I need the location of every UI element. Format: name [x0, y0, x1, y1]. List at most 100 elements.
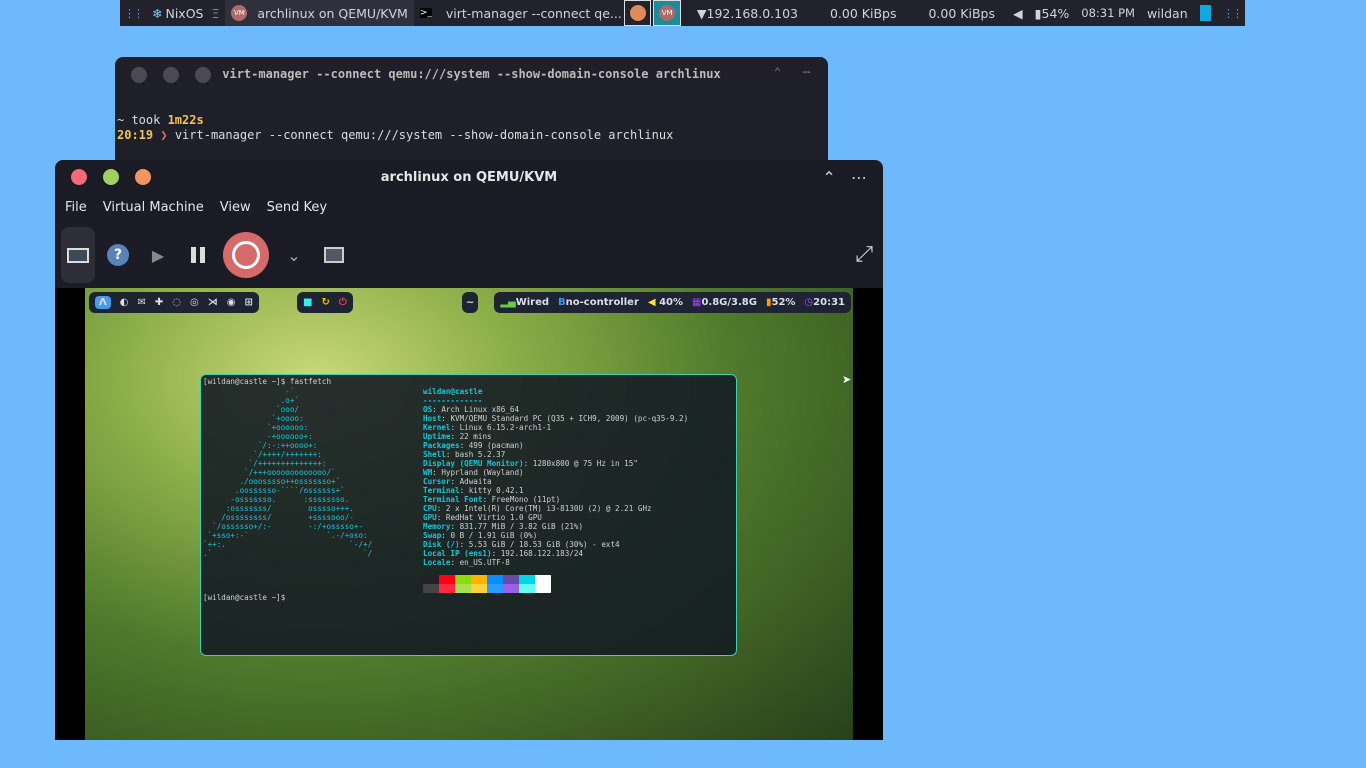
task-terminal[interactable]: >_ virt-manager --connect qe...: [414, 0, 624, 26]
volume-icon: ◀: [647, 297, 656, 308]
menu-virtual-machine[interactable]: Virtual Machine: [103, 200, 204, 215]
fastfetch-info-row: Disk (/): 5.53 GiB / 18.53 GiB (30%) - e…: [423, 540, 620, 549]
palette-swatch: [519, 575, 535, 584]
network-status[interactable]: ▂▄Wired: [500, 297, 549, 308]
app-icon[interactable]: ◐: [120, 297, 129, 308]
palette-swatch: [535, 584, 551, 593]
battery-text: 54%: [1041, 5, 1070, 21]
panel-grip[interactable]: ⋮⋮: [1219, 7, 1245, 20]
palette-swatch: [487, 575, 503, 584]
panel-grip[interactable]: ⋮⋮: [120, 7, 146, 20]
menu-send-key[interactable]: Send Key: [267, 200, 327, 215]
palette-swatch: [455, 584, 471, 593]
app-icon[interactable]: ◌: [172, 297, 181, 308]
ip-text: 192.168.0.103: [706, 5, 798, 21]
refresh-icon[interactable]: ↻: [321, 297, 329, 308]
guest-workspaces-bar: Λ ◐ ✉ ✚ ◌ ◎ ⋊ ◉ ⊞: [89, 292, 259, 313]
shutdown-button[interactable]: [221, 227, 271, 283]
battery[interactable]: ▮ 54%: [1029, 0, 1076, 26]
chrome-icon[interactable]: ◉: [227, 297, 236, 308]
nixos-snowflake-icon: ❄: [152, 5, 163, 21]
fastfetch-info-row: Kernel: Linux 6.15.2-arch1-1: [423, 423, 552, 432]
window-thumb-browser[interactable]: [623, 0, 652, 26]
terminal-prompt[interactable]: 20:19 ❯ virt-manager --connect qemu:///s…: [117, 128, 673, 142]
color-palette: [423, 575, 551, 593]
layout-icon: Ξ: [211, 5, 220, 21]
info-value: 22 mins: [459, 432, 492, 441]
info-value: 2 x Intel(R) Core(TM) i3-8130U (2) @ 2.2…: [445, 504, 652, 513]
menu-view[interactable]: View: [220, 200, 251, 215]
logo-line: ./ooosssso++osssssso+`: [203, 477, 341, 486]
snapshots-button[interactable]: [317, 227, 351, 283]
kitty-terminal[interactable]: [wildan@castle ~]$ fastfetch -` .o+` `oo…: [200, 374, 737, 656]
fastfetch-info-row: Packages: 499 (pacman): [423, 441, 524, 450]
info-key: Local IP (ens1): [423, 549, 492, 558]
menu-file[interactable]: File: [65, 200, 87, 215]
task-label: virt-manager --connect qe...: [445, 5, 622, 21]
desktop-preview-icon[interactable]: [1199, 5, 1211, 21]
menubar: File Virtual Machine View Send Key: [65, 200, 327, 215]
arch-icon[interactable]: Λ: [95, 296, 111, 309]
window-title: archlinux on QEMU/KVM: [380, 170, 558, 185]
bluetooth-status[interactable]: Bno-controller: [558, 297, 639, 308]
vscode-icon[interactable]: ⋊: [208, 297, 218, 308]
guest-desktop[interactable]: Λ ◐ ✉ ✚ ◌ ◎ ⋊ ◉ ⊞ ■ ↻ ⏻ ~ ▂▄Wired Bno-controller …: [85, 288, 853, 740]
lock-icon[interactable]: ■: [303, 297, 312, 308]
palette-swatch: [503, 575, 519, 584]
pause-icon: [191, 247, 205, 263]
logo-line: `++:. `-/+/: [203, 540, 373, 549]
pause-button[interactable]: [181, 227, 215, 283]
window-menu-icons[interactable]: ⌃ ⋯: [774, 65, 810, 79]
info-key: WM: [423, 468, 433, 477]
github-icon[interactable]: ◎: [190, 297, 199, 308]
logo-line: .o+`: [203, 396, 300, 405]
battery-text: 52%: [771, 297, 796, 308]
vm-display[interactable]: Λ ◐ ✉ ✚ ◌ ◎ ⋊ ◉ ⊞ ■ ↻ ⏻ ~ ▂▄Wired Bno-controller …: [55, 288, 883, 740]
mail-icon[interactable]: ✉: [137, 297, 145, 308]
window-thumb-vm[interactable]: VM: [653, 0, 681, 26]
console-view-button[interactable]: [61, 227, 95, 283]
logo-line: -+oooooo+:: [203, 432, 313, 441]
fastfetch-info-row: Memory: 831.77 MiB / 3.82 GiB (21%): [423, 522, 584, 531]
command: fastfetch: [289, 377, 332, 386]
task-vm[interactable]: VM archlinux on QEMU/KVM: [225, 0, 414, 26]
run-button[interactable]: ▶: [141, 227, 175, 283]
battery-status[interactable]: ▮52%: [766, 297, 795, 308]
vm-icon: VM: [231, 5, 248, 21]
info-key: Disk (/): [423, 540, 460, 549]
logo-line: :osssssss/ osssso+++.: [203, 504, 354, 513]
fastfetch-info-row: Locale: en_US.UTF-8: [423, 558, 510, 567]
logo-line: `+sso+:-` `.-/+oso:: [203, 531, 368, 540]
window-title: virt-manager --connect qemu:///system --…: [222, 67, 721, 81]
prompt-line[interactable]: [wildan@castle ~]$: [203, 593, 285, 602]
terminal-icon: >_: [419, 8, 432, 18]
guest-power-bar: ■ ↻ ⏻: [297, 292, 353, 313]
fullscreen-icon[interactable]: ⤢: [855, 242, 873, 267]
palette-swatch: [423, 584, 439, 593]
shutdown-menu-button[interactable]: ⌄: [277, 227, 311, 283]
windows-icon[interactable]: ⊞: [244, 297, 252, 308]
command-text: virt-manager --connect qemu:///system --…: [174, 128, 674, 142]
info-key: Swap: [423, 531, 442, 540]
window-menu-icons[interactable]: ⌃ ⋯: [822, 168, 867, 187]
memory-status[interactable]: ▦0.8G/3.8G: [692, 297, 757, 308]
info-value: kitty 0.42.1: [468, 486, 524, 495]
palette-swatch: [439, 575, 455, 584]
details-button[interactable]: ?: [101, 227, 135, 283]
guest-status-bar: ▂▄Wired Bno-controller ◀ 40% ▦0.8G/3.8G …: [494, 292, 851, 313]
volume-status[interactable]: ◀ 40%: [648, 297, 683, 308]
clock[interactable]: 08:31 PM: [1075, 0, 1141, 26]
top-panel: ⋮⋮ ❄ NixOS Ξ VM archlinux on QEMU/KVM >_ vir…: [120, 0, 1245, 26]
mouse-cursor-icon: ➤: [842, 373, 852, 386]
username[interactable]: wildan: [1141, 0, 1194, 26]
palette-swatch: [455, 575, 471, 584]
info-key: Packages: [423, 441, 460, 450]
volume-text: 40%: [659, 297, 684, 308]
clock-status[interactable]: ◷20:31: [804, 297, 845, 308]
volume-icon[interactable]: ◀: [1007, 0, 1029, 26]
power-icon[interactable]: ⏻: [339, 297, 347, 308]
download-speed: 0.00 KiBps: [829, 5, 897, 21]
logo-line: .oossssso-````/ossssss+`: [203, 486, 345, 495]
app-icon[interactable]: ✚: [155, 297, 163, 308]
workspace-button[interactable]: ❄ NixOS Ξ: [146, 0, 225, 26]
